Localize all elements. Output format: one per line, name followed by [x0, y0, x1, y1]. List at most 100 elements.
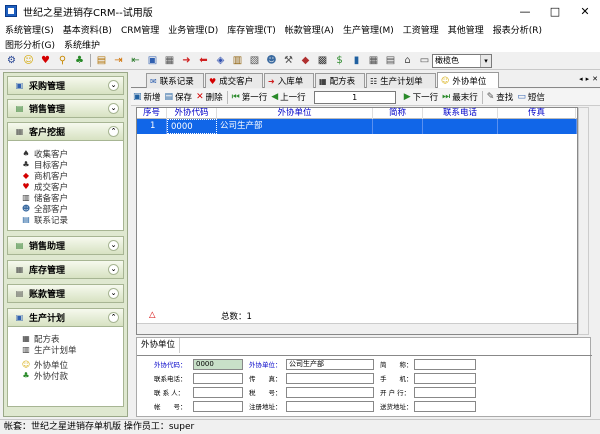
smile-icon[interactable]: ☺	[22, 54, 35, 67]
horizontal-scrollbar[interactable]	[137, 323, 577, 334]
cube-icon[interactable]: ◈	[214, 54, 227, 67]
lock-icon[interactable]: ⚲	[56, 54, 69, 67]
tab-outsource[interactable]: ☺ 外协单位	[437, 72, 499, 88]
sidebar-section-stock[interactable]: ▦ 库存管理 ⌄	[7, 260, 124, 279]
key-icon[interactable]: ⌂	[401, 54, 414, 67]
chevron-up-icon[interactable]: ⌃	[108, 126, 119, 137]
arrow-left-icon[interactable]: ⬅	[197, 54, 210, 67]
sidebar-section-mining[interactable]: ▦ 客户挖掘 ⌃	[7, 122, 124, 141]
add-button[interactable]: ▣ 新增	[131, 90, 163, 105]
menu-basic[interactable]: 基本资料(B)	[63, 23, 112, 36]
table-icon[interactable]: ▦	[367, 54, 380, 67]
book-icon[interactable]: ▮	[350, 54, 363, 67]
code-field[interactable]: 0000	[193, 359, 243, 370]
sidebar-item-target[interactable]: ♣ 目标客户	[8, 159, 123, 171]
cell-fax[interactable]	[498, 119, 577, 134]
col-fax[interactable]: 传真	[498, 108, 576, 119]
heart-icon[interactable]: ♥	[39, 54, 52, 67]
bow-icon[interactable]: ⚙	[5, 54, 18, 67]
tab-next-icon[interactable]: ▸	[586, 75, 590, 83]
tab-close-icon[interactable]: ✕	[592, 75, 598, 83]
abbr-field[interactable]	[414, 359, 476, 370]
sidebar-section-plan[interactable]: ▣ 生产计划 ⌃	[7, 308, 124, 327]
sidebar-item-contact[interactable]: ▤ 联系记录	[8, 214, 123, 226]
tab-formula[interactable]: ▦ 配方表	[315, 73, 365, 88]
chevron-down-icon[interactable]: ▾	[480, 55, 491, 67]
sidebar-item-production-plan[interactable]: ▥ 生产计划单	[8, 344, 123, 356]
col-unit[interactable]: 外协单位	[217, 108, 373, 119]
sidebar-item-opportunity[interactable]: ◆ 商机客户	[8, 170, 123, 182]
chevron-down-icon[interactable]: ⌄	[108, 264, 119, 275]
card-icon[interactable]: ▭	[418, 54, 431, 67]
arrow-right-icon[interactable]: ➜	[180, 54, 193, 67]
vertical-scrollbar[interactable]	[578, 107, 589, 335]
regaddr-field[interactable]	[286, 401, 374, 412]
tax-field[interactable]	[286, 387, 374, 398]
sidebar-item-outsource[interactable]: ☺ 外协单位	[8, 359, 123, 371]
find-button[interactable]: ✎ 查找	[485, 90, 516, 105]
menu-account[interactable]: 帐款管理(A)	[285, 23, 334, 36]
sidebar-section-assistant[interactable]: ▤ 销售助理 ⌄	[7, 236, 124, 255]
prev-row-button[interactable]: ◀ 上一行	[269, 90, 307, 105]
people-icon[interactable]: ☻	[265, 54, 278, 67]
menu-crm[interactable]: CRM管理	[121, 23, 159, 36]
sidebar-section-account[interactable]: ▤ 账款管理 ⌄	[7, 284, 124, 303]
table-row[interactable]: 1 0000 公司生产部	[137, 119, 577, 134]
menu-salary[interactable]: 工资管理	[403, 23, 439, 36]
col-code[interactable]: 外协代码	[167, 108, 217, 119]
cell-seq[interactable]: 1	[137, 119, 167, 134]
clipboard-icon[interactable]: ▧	[248, 54, 261, 67]
sidebar-item-all[interactable]: ☻ 全部客户	[8, 203, 123, 215]
save-button[interactable]: ▤ 保存	[163, 90, 195, 105]
detail-tab-outsource[interactable]: 外协单位	[137, 338, 181, 353]
wrench-icon[interactable]: ⚒	[282, 54, 295, 67]
arrow-out-icon[interactable]: ⇤	[129, 54, 142, 67]
grid-icon[interactable]: ▦	[163, 54, 176, 67]
minimize-button[interactable]: —	[510, 0, 540, 22]
close-button[interactable]: ✕	[570, 0, 600, 22]
contact-field[interactable]	[193, 387, 243, 398]
tab-prev-icon[interactable]: ◂	[579, 75, 583, 83]
box-icon[interactable]: ▥	[231, 54, 244, 67]
next-row-button[interactable]: ▶ 下一行	[402, 90, 440, 105]
menu-maintain[interactable]: 系统维护	[64, 38, 100, 51]
menu-graph[interactable]: 图形分析(G)	[5, 38, 55, 51]
tab-inbound[interactable]: ➜ 入库单	[264, 73, 314, 88]
cell-phone[interactable]	[423, 119, 498, 134]
chart-icon[interactable]: ▤	[384, 54, 397, 67]
chevron-down-icon[interactable]: ⌄	[108, 240, 119, 251]
sidebar-item-collect[interactable]: ♠ 收集客户	[8, 148, 123, 160]
first-row-button[interactable]: ⏮ 第一行	[230, 90, 270, 105]
cell-abbr[interactable]	[373, 119, 423, 134]
maximize-button[interactable]: □	[540, 0, 570, 22]
sidebar-item-formula[interactable]: ▦ 配方表	[8, 333, 123, 345]
phone-field[interactable]	[193, 373, 243, 384]
menu-stock[interactable]: 库存管理(T)	[227, 23, 276, 36]
last-row-button[interactable]: ⏭ 最末行	[440, 90, 480, 105]
chevron-down-icon[interactable]: ⌄	[108, 288, 119, 299]
tab-production-plan[interactable]: ☷ 生产计划单	[366, 73, 436, 88]
account-field[interactable]	[193, 401, 243, 412]
tag-icon[interactable]: ◆	[299, 54, 312, 67]
folder-icon[interactable]: ▣	[146, 54, 159, 67]
chevron-down-icon[interactable]: ⌄	[108, 103, 119, 114]
deliver-field[interactable]	[414, 401, 476, 412]
dollar-icon[interactable]: $	[333, 54, 346, 67]
col-seq[interactable]: 序号	[137, 108, 167, 119]
sidebar-item-deal[interactable]: ♥ 成交客户	[8, 181, 123, 193]
plant-icon[interactable]: ♣	[73, 54, 86, 67]
sidebar-section-purchase[interactable]: ▣ 采购管理 ⌄	[7, 76, 124, 95]
fax-field[interactable]	[286, 373, 374, 384]
document-icon[interactable]: ▤	[95, 54, 108, 67]
menu-business[interactable]: 业务管理(D)	[168, 23, 218, 36]
tab-contact-record[interactable]: ✉ 联系记录	[146, 73, 204, 88]
unit-field[interactable]: 公司生产部	[286, 359, 374, 370]
calculator-icon[interactable]: ▩	[316, 54, 329, 67]
cell-code[interactable]: 0000	[167, 119, 217, 134]
skin-select[interactable]: 橄榄色 ▾	[432, 54, 492, 68]
cell-unit[interactable]: 公司生产部	[217, 119, 373, 134]
col-phone[interactable]: 联系电话	[423, 108, 498, 119]
sidebar-item-outsource-pay[interactable]: ♣ 外协付款	[8, 370, 123, 382]
sms-button[interactable]: ▭ 短信	[515, 90, 547, 105]
menu-production[interactable]: 生产管理(M)	[343, 23, 394, 36]
